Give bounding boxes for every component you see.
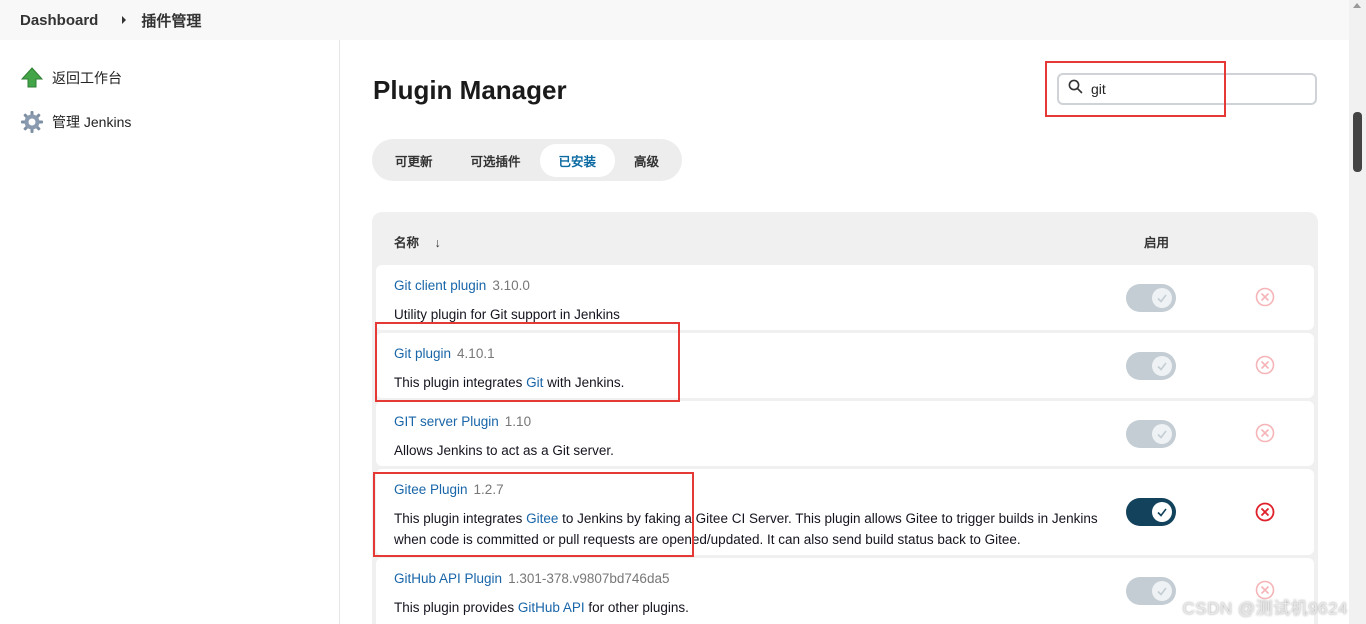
table-row: Gitee Plugin 1.2.7 This plugin integrates… (376, 469, 1314, 555)
plugin-name-link[interactable]: Git plugin (394, 346, 451, 361)
plugin-description: Utility plugin for Git support in Jenkin… (394, 307, 620, 322)
sidebar-item-label: 管理 Jenkins (52, 114, 132, 130)
breadcrumb: Dashboard 插件管理 (0, 0, 1349, 40)
search-input[interactable] (1091, 81, 1291, 97)
breadcrumb-dashboard-link[interactable]: Dashboard (20, 12, 98, 29)
table-row: GitHub API Plugin 1.301-378.v9807bd746da5… (376, 558, 1314, 624)
check-icon (1152, 288, 1172, 308)
plugin-version: 1.10 (504, 414, 532, 429)
breadcrumb-current: 插件管理 (141, 12, 202, 30)
uninstall-icon[interactable] (1255, 423, 1275, 443)
check-icon (1152, 424, 1172, 444)
plugin-version: 3.10.0 (492, 278, 530, 293)
plugin-name-link[interactable]: Git client plugin (394, 278, 486, 293)
plugin-description: This plugin provides GitHub API for othe… (394, 600, 689, 615)
chevron-right-icon[interactable] (122, 16, 127, 24)
sidebar-item-manage-jenkins[interactable]: 管理 Jenkins (20, 110, 131, 134)
tab-updates[interactable]: 可更新 (376, 144, 452, 177)
plugin-description: Allows Jenkins to act as a Git server. (394, 443, 614, 458)
enable-toggle[interactable] (1126, 352, 1176, 380)
column-header-name[interactable]: 名称 ↓ (394, 232, 441, 251)
plugin-name-link[interactable]: GIT server Plugin (394, 414, 499, 429)
plugin-table: 名称 ↓ 启用 Git client plugin 3.10.0 Utility … (372, 212, 1318, 624)
description-link[interactable]: Gitee (526, 511, 558, 526)
enable-toggle[interactable] (1126, 577, 1176, 605)
up-arrow-icon (20, 66, 44, 90)
check-icon (1152, 502, 1172, 522)
enable-toggle[interactable] (1126, 284, 1176, 312)
plugin-description: This plugin integrates Git with Jenkins. (394, 375, 625, 390)
search-icon (1068, 79, 1083, 99)
plugin-description: This plugin integrates Gitee to Jenkins … (394, 511, 1098, 547)
sidebar-item-back-to-workspace[interactable]: 返回工作台 (20, 66, 122, 90)
description-link[interactable]: Git (526, 375, 543, 390)
column-header-enabled: 启用 (1144, 236, 1170, 250)
check-icon (1152, 356, 1172, 376)
plugin-name-link[interactable]: Gitee Plugin (394, 482, 468, 497)
tab-installed[interactable]: 已安装 (539, 143, 616, 177)
tab-advanced[interactable]: 高级 (615, 144, 678, 177)
table-row: GIT server Plugin 1.10 Allows Jenkins to … (376, 401, 1314, 466)
plugin-version: 1.2.7 (473, 482, 504, 497)
check-icon (1152, 581, 1172, 601)
page-title: Plugin Manager (373, 75, 567, 105)
main-content: Plugin Manager 可更新 可选插件 已安装 高级 名称 ↓ 启用 G… (341, 40, 1349, 624)
sidebar-item-label: 返回工作台 (52, 70, 122, 86)
enable-toggle[interactable] (1126, 498, 1176, 526)
uninstall-icon[interactable] (1255, 502, 1275, 522)
scroll-up-arrow-icon[interactable] (1353, 3, 1361, 8)
tab-available[interactable]: 可选插件 (452, 144, 540, 177)
plugin-version: 4.10.1 (457, 346, 495, 361)
enable-toggle[interactable] (1126, 420, 1176, 448)
uninstall-icon[interactable] (1255, 287, 1275, 307)
table-row: Git plugin 4.10.1 This plugin integrates … (376, 333, 1314, 398)
table-row: Git client plugin 3.10.0 Utility plugin f… (376, 265, 1314, 330)
description-link[interactable]: GitHub API (518, 600, 585, 615)
search-box[interactable] (1057, 73, 1317, 105)
uninstall-icon[interactable] (1255, 355, 1275, 375)
plugin-version: 1.301-378.v9807bd746da5 (508, 571, 670, 586)
sidebar: 返回工作台 管理 Jenkins (0, 40, 340, 624)
page-scrollbar[interactable] (1349, 0, 1366, 624)
gear-icon (20, 110, 44, 134)
sort-arrow-icon: ↓ (434, 236, 441, 250)
scrollbar-thumb[interactable] (1353, 112, 1362, 172)
plugin-name-link[interactable]: GitHub API Plugin (394, 571, 502, 586)
watermark: CSDN @测试机9624 (1182, 599, 1348, 618)
tab-bar: 可更新 可选插件 已安装 高级 (372, 139, 683, 181)
